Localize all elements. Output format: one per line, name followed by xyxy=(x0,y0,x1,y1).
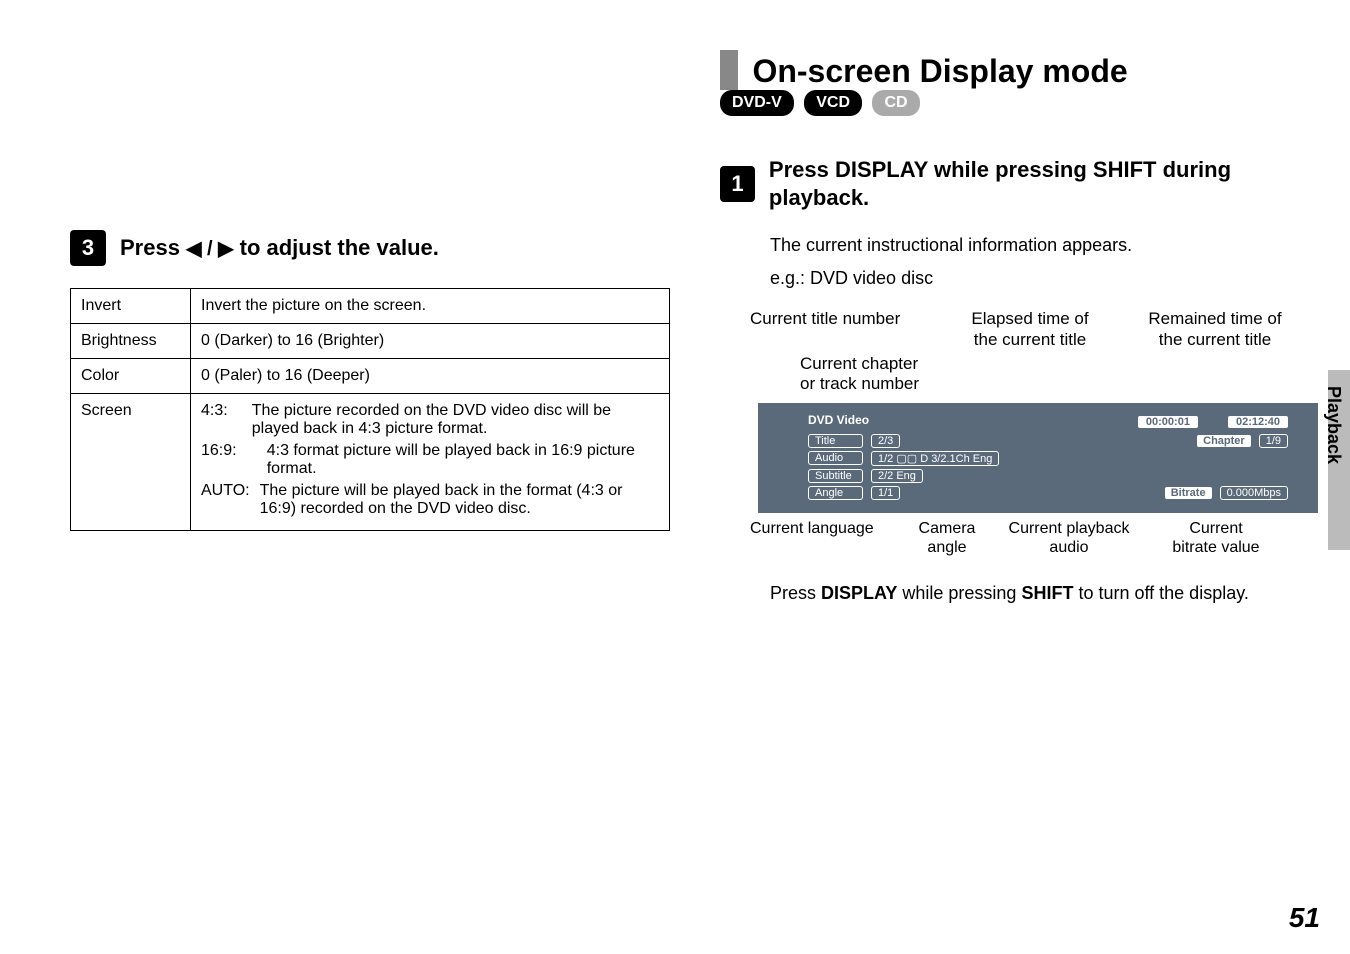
settings-table: Invert Invert the picture on the screen.… xyxy=(70,288,670,531)
step-number-3: 3 xyxy=(70,230,106,266)
osd-bitrate-label: Bitrate xyxy=(1165,487,1212,499)
arrows-icon: ◀ / ▶ xyxy=(186,238,233,260)
page-number: 51 xyxy=(1289,902,1320,934)
screen-val: The picture will be played back in the f… xyxy=(260,482,659,518)
osd-elapsed-time: 00:00:01 xyxy=(1138,416,1198,428)
b2-shift: SHIFT xyxy=(1021,583,1073,603)
row-label: Screen xyxy=(71,394,191,531)
step-1-heading: 1 Press DISPLAY while pressing SHIFT dur… xyxy=(720,156,1320,211)
osd-remain-time: 02:12:40 xyxy=(1228,416,1288,428)
osd-audio-value: 1/2 ▢▢ D 3/2.1Ch Eng xyxy=(871,451,999,466)
lbl-current-lang: Current language xyxy=(750,519,900,557)
step3-post: to adjust the value. xyxy=(234,235,439,260)
b2-display: DISPLAY xyxy=(821,583,897,603)
lbl-remain-b: the current title xyxy=(1159,330,1271,349)
row-label: Color xyxy=(71,359,191,394)
step-3-heading: 3 Press ◀ / ▶ to adjust the value. xyxy=(70,230,670,266)
osd-audio-label: Audio xyxy=(808,451,863,465)
osd-angle-label: Angle xyxy=(808,486,863,500)
lbl-pb-a: Current playback xyxy=(1009,520,1130,537)
step-1-text: Press DISPLAY while pressing SHIFT durin… xyxy=(769,156,1320,211)
row-desc: Invert the picture on the screen. xyxy=(191,289,670,324)
screen-key: 4:3: xyxy=(201,402,242,438)
step-number-1: 1 xyxy=(720,166,755,202)
osd-subtitle-value: 2/2 Eng xyxy=(871,469,923,483)
row-label: Brightness xyxy=(71,324,191,359)
lbl-playback-audio: Current playback audio xyxy=(994,519,1144,557)
lbl-pb-b: audio xyxy=(1049,539,1088,556)
lbl-remain: Remained time of the current title xyxy=(1130,309,1300,350)
osd-diagram: Current title number Elapsed time of the… xyxy=(740,309,1320,557)
lbl-current-title: Current title number xyxy=(750,309,930,350)
osd-subtitle-label: Subtitle xyxy=(808,469,863,483)
b2-pre: Press xyxy=(770,583,821,603)
lbl-bitrate-value: Current bitrate value xyxy=(1156,519,1276,557)
section-title: On-screen Display mode xyxy=(752,53,1127,89)
osd-title-label: Title xyxy=(808,434,863,448)
screen-val: 4:3 format picture will be played back i… xyxy=(267,442,659,478)
screen-key: 16:9: xyxy=(201,442,257,478)
table-row: Invert Invert the picture on the screen. xyxy=(71,289,670,324)
example-label: e.g.: DVD video disc xyxy=(770,268,1320,289)
b2-post: to turn off the display. xyxy=(1073,583,1248,603)
body-turn-off: Press DISPLAY while pressing SHIFT to tu… xyxy=(770,581,1320,606)
lbl-camera-angle: Camera angle xyxy=(912,519,982,557)
lbl-chapter-a: Current chapter xyxy=(800,354,918,373)
osd-dvd-label: DVD Video xyxy=(808,413,869,427)
lbl-cam-b: angle xyxy=(927,539,966,556)
osd-box: DVD Video 00:00:01 02:12:40 Title 2/3 Ch… xyxy=(758,403,1318,513)
osd-bitrate-value: 0.000Mbps xyxy=(1220,486,1288,500)
row-desc: 0 (Paler) to 16 (Deeper) xyxy=(191,359,670,394)
step-3-text: Press ◀ / ▶ to adjust the value. xyxy=(120,235,439,261)
b2-mid: while pressing xyxy=(897,583,1021,603)
step3-pre: Press xyxy=(120,235,186,260)
row-desc-screen: 4:3: The picture recorded on the DVD vid… xyxy=(191,394,670,531)
screen-val: The picture recorded on the DVD video di… xyxy=(252,402,659,438)
osd-angle-value: 1/1 xyxy=(871,486,900,500)
pill-cd: CD xyxy=(872,90,919,116)
lbl-chapter: Current chapter or track number xyxy=(740,354,1320,395)
heading-bar-icon xyxy=(720,50,738,90)
section-heading-row: On-screen Display mode xyxy=(720,50,1320,90)
table-row-screen: Screen 4:3: The picture recorded on the … xyxy=(71,394,670,531)
pill-dvdv: DVD-V xyxy=(720,90,794,116)
body-current-info: The current instructional information ap… xyxy=(770,233,1320,258)
row-desc: 0 (Darker) to 16 (Brighter) xyxy=(191,324,670,359)
disc-type-pills: DVD-V VCD CD xyxy=(720,90,1320,116)
lbl-remain-a: Remained time of xyxy=(1148,309,1281,328)
osd-chapter-value: 1/9 xyxy=(1259,434,1288,448)
lbl-bit-a: Current xyxy=(1189,520,1242,537)
lbl-elapsed: Elapsed time of the current title xyxy=(950,309,1110,350)
osd-chapter-label: Chapter xyxy=(1197,435,1251,447)
table-row: Color 0 (Paler) to 16 (Deeper) xyxy=(71,359,670,394)
lbl-elapsed-b: the current title xyxy=(974,330,1086,349)
table-row: Brightness 0 (Darker) to 16 (Brighter) xyxy=(71,324,670,359)
row-label: Invert xyxy=(71,289,191,324)
pill-vcd: VCD xyxy=(804,90,862,116)
osd-title-value: 2/3 xyxy=(871,434,900,448)
lbl-chapter-b: or track number xyxy=(800,374,919,393)
lbl-elapsed-a: Elapsed time of xyxy=(971,309,1088,328)
lbl-bit-b: bitrate value xyxy=(1172,539,1259,556)
lbl-cam-a: Camera xyxy=(919,520,976,537)
side-tab-label: Playback xyxy=(1317,380,1350,470)
screen-key: AUTO: xyxy=(201,482,250,518)
